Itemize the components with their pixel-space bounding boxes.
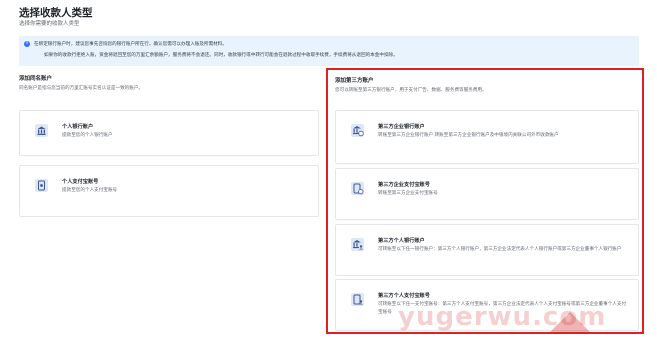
card-personal-alipay-account[interactable]: 个人支付宝账号 提款至您的个人支付宝账号 (19, 165, 319, 217)
card-description: 提款至您的个人支付宝账号 (62, 188, 118, 193)
bank-icon (35, 124, 48, 137)
card-personal-bank-account[interactable]: 个人银行账户 提款至您的个人银行账户 (19, 110, 319, 156)
alipay-icon (35, 179, 48, 192)
notice-line-1: 在绑定银行账户时，建议您事先咨询您的银行账户所在行。确认您需可以办理入账及所需材… (34, 42, 227, 47)
notice-banner: i 在绑定银行账户时，建议您事先咨询您的银行账户所在行。确认您需可以办理入账及所… (19, 36, 639, 66)
page-subtitle: 选择你需要的收款人类型 (19, 21, 80, 27)
card-title: 个人支付宝账号 (62, 179, 99, 185)
notice-line-2: 如果你的收款行拒绝入账，资金将退回至您的万里汇余额账户，服务费将不会退还。同时，… (44, 53, 398, 58)
info-icon: i (24, 41, 30, 47)
page-title: 选择收款人类型 (19, 7, 93, 19)
card-title: 个人银行账户 (62, 124, 94, 130)
card-description: 提款至您的个人银行账户 (62, 133, 113, 138)
own-account-description: 同名账户是指与您当前的万里汇账号实名认证是一致的账户。 (19, 86, 144, 91)
own-account-heading: 添加同名账户 (19, 76, 53, 82)
watermark-arrow-icon (548, 312, 592, 334)
page: 选择收款人类型 选择你需要的收款人类型 i 在绑定银行账户时，建议您事先咨询您的… (0, 0, 657, 340)
red-highlight-box (326, 68, 644, 334)
